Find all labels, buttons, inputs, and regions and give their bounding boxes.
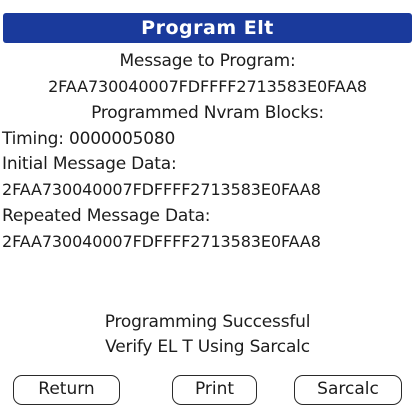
message-to-program-value: 2FAA730040007FDFFFF2713583E0FAA8 (48, 77, 367, 96)
sarcalc-button[interactable]: Sarcalc (294, 375, 402, 405)
timing-value: Timing: 0000005080 (2, 129, 176, 149)
status-success-text: Programming Successful (104, 312, 311, 332)
program-elt-screen: Program Elt Message to Program: 2FAA7300… (0, 0, 415, 419)
print-button[interactable]: Print (172, 375, 257, 405)
initial-message-label: Initial Message Data: (2, 154, 177, 174)
status-verify-text: Verify EL T Using Sarcalc (105, 337, 310, 357)
return-button[interactable]: Return (13, 375, 120, 405)
dialog-title: Program Elt (141, 17, 274, 39)
title-bar: Program Elt (3, 13, 412, 43)
repeated-message-value: 2FAA730040007FDFFFF2713583E0FAA8 (2, 232, 321, 251)
initial-message-value: 2FAA730040007FDFFFF2713583E0FAA8 (2, 180, 321, 199)
message-to-program-label: Message to Program: (119, 51, 296, 71)
repeated-message-label: Repeated Message Data: (2, 206, 211, 226)
programmed-blocks-label: Programmed Nvram Blocks: (91, 103, 324, 123)
